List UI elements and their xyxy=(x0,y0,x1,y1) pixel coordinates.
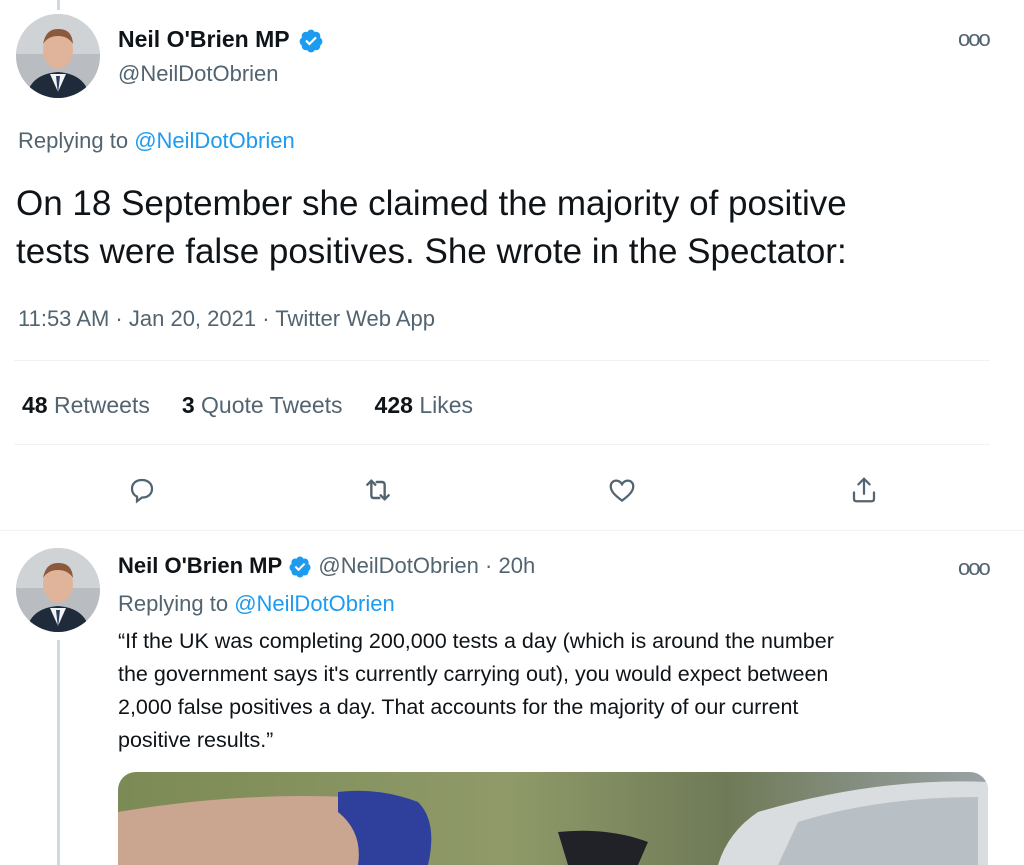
reply-replying-to-handle[interactable]: @NeilDotObrien xyxy=(234,591,395,616)
reply-author-name[interactable]: Neil O'Brien MP xyxy=(118,553,282,578)
likes-count: 428 xyxy=(374,392,413,418)
reply-author-handle[interactable]: @NeilDotObrien xyxy=(318,553,479,578)
author-name[interactable]: Neil O'Brien MP xyxy=(118,26,289,52)
retweets-label: Retweets xyxy=(53,392,150,418)
replying-to-handle[interactable]: @NeilDotObrien xyxy=(134,128,295,153)
tweet-text-line: On 18 September she claimed the majority… xyxy=(16,184,847,223)
thread-line-top xyxy=(57,0,60,10)
retweet-button[interactable] xyxy=(358,470,398,510)
divider xyxy=(0,530,1024,531)
author-name-row[interactable]: Neil O'Brien MP xyxy=(118,26,324,54)
retweets-count: 48 xyxy=(22,392,48,418)
quotes-label: Quote Tweets xyxy=(201,392,343,418)
attached-photo[interactable] xyxy=(118,772,988,865)
tweet-text-line: tests were false positives. She wrote in… xyxy=(16,232,847,271)
reply-text-line: the government says it's currently carry… xyxy=(118,662,829,686)
share-icon xyxy=(852,477,876,503)
reply-time[interactable]: · 20h xyxy=(485,553,535,578)
reply-avatar[interactable] xyxy=(16,548,100,632)
reply-more-options-icon[interactable]: ooo xyxy=(958,557,991,579)
likes-label: Likes xyxy=(419,392,474,418)
verified-badge-icon xyxy=(289,556,311,578)
verified-badge-icon xyxy=(299,29,322,53)
divider xyxy=(14,360,990,361)
likes-stat[interactable]: 428 Likes xyxy=(375,392,473,419)
heart-icon xyxy=(609,479,635,503)
reply-replying-to: Replying to @NeilDotObrien xyxy=(118,591,395,617)
replying-to-prefix: Replying to xyxy=(18,128,129,153)
author-handle[interactable]: @NeilDotObrien xyxy=(118,61,279,87)
replying-to: Replying to @NeilDotObrien xyxy=(18,128,295,154)
reply-header: Neil O'Brien MP @NeilDotObrien · 20h xyxy=(118,553,535,579)
thread-line xyxy=(57,640,60,865)
quotes-count: 3 xyxy=(181,392,195,418)
reply-text-line: 2,000 false positives a day. That accoun… xyxy=(118,695,799,719)
reply-icon xyxy=(130,478,154,504)
share-button[interactable] xyxy=(844,470,884,510)
like-button[interactable] xyxy=(602,470,642,510)
tweet-stats: 48 Retweets 3 Quote Tweets 428 Likes xyxy=(22,392,473,419)
divider xyxy=(14,444,990,445)
reply-text: “If the UK was completing 200,000 tests … xyxy=(118,625,834,757)
quotes-stat[interactable]: 3 Quote Tweets xyxy=(182,392,343,419)
retweets-stat[interactable]: 48 Retweets xyxy=(22,392,150,419)
more-options-icon[interactable]: ooo xyxy=(958,28,991,50)
reply-text-line: “If the UK was completing 200,000 tests … xyxy=(118,629,834,653)
reply-replying-to-prefix: Replying to xyxy=(118,591,229,616)
tweet-timestamp[interactable]: 11:53 AM · Jan 20, 2021 · Twitter Web Ap… xyxy=(18,306,435,332)
retweet-icon xyxy=(366,479,390,501)
avatar[interactable] xyxy=(16,14,100,98)
reply-button[interactable] xyxy=(122,470,162,510)
reply-text-line: positive results.” xyxy=(118,728,274,752)
tweet-text: On 18 September she claimed the majority… xyxy=(16,180,847,276)
